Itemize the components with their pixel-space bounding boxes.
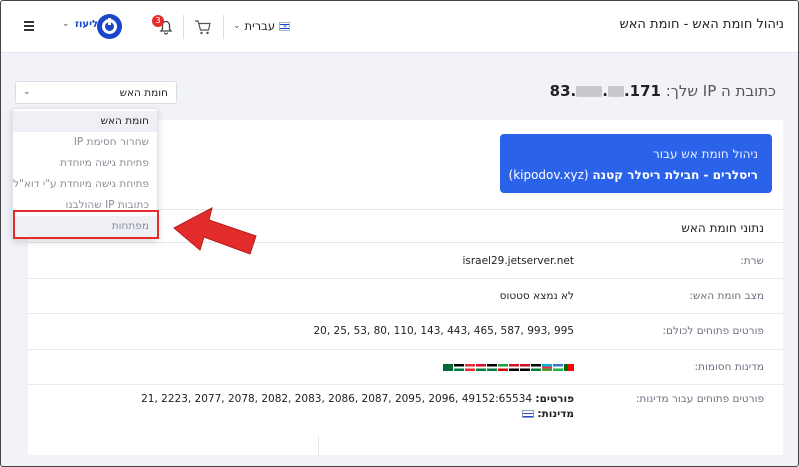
- table-row: מדינות חסומות:: [28, 350, 783, 385]
- table-row: מצב חומת האש: לא נמצא סטטוס: [28, 279, 783, 314]
- bell-icon[interactable]: 3: [152, 15, 176, 37]
- ports-list: 21, 2223, 2077, 2078, 2082, 2083, 2086, …: [141, 393, 533, 405]
- flag-icon: [465, 364, 475, 371]
- row-value: לא נמצא סטטוס: [499, 290, 574, 302]
- package-domain: (kipodov.xyz): [508, 168, 589, 182]
- highlight-box: [13, 210, 159, 239]
- top-header: ⌄ ליעוז 3 ✡ עברית ⌄ ניהול חומת האש - חומ…: [1, 1, 798, 53]
- row-value: 20, 25, 53, 80, 110, 143, 443, 465, 587,…: [313, 325, 575, 337]
- row-key: מצב חומת האש:: [689, 290, 764, 302]
- chevron-down-icon: ⌄: [23, 87, 31, 97]
- divider: [318, 436, 319, 456]
- flag-icon: [498, 364, 508, 371]
- package-name: ריסלרים - חבילת ריסלר קטנה: [592, 168, 758, 182]
- row-key: מדינות חסומות:: [694, 361, 764, 373]
- row-key: פורטים פתוחים לכולם:: [662, 325, 765, 337]
- israel-flag-icon: [522, 410, 535, 418]
- section-select-value: חומת האש: [119, 87, 168, 99]
- flag-icon: [509, 364, 519, 371]
- ip-label: כתובת ה IP שלך:: [665, 82, 776, 100]
- ip-prefix: 83.: [549, 82, 577, 100]
- info-line-1: ניהול חומת אש עבור: [652, 147, 758, 161]
- reseller-info-box: ניהול חומת אש עבור ריסלרים - חבילת ריסלר…: [500, 134, 772, 193]
- flag-icon: [553, 364, 563, 371]
- brand-label[interactable]: ליעוז: [75, 19, 98, 30]
- flag-icon: [531, 364, 541, 371]
- menu-item-special-access-email[interactable]: פתיחת גישה מיוחדת ע"י דוא"ל: [13, 174, 157, 195]
- table-row: פורטים פתוחים עבור מדינות: פורטים: 21, 2…: [28, 385, 783, 437]
- red-arrow-icon: [173, 207, 257, 255]
- row-value: israel29.jetserver.net: [462, 255, 574, 267]
- flag-icon: [443, 364, 453, 371]
- section-title: נתוני חומת האש: [681, 221, 764, 235]
- flag-icon: [487, 364, 497, 371]
- flag-icon: [520, 364, 530, 371]
- row-key: פורטים פתוחים עבור מדינות:: [635, 393, 764, 405]
- browser-frame: ⌄ ליעוז 3 ✡ עברית ⌄ ניהול חומת האש - חומ…: [0, 0, 799, 467]
- redacted-block: [576, 86, 603, 97]
- flag-icon: [564, 364, 574, 371]
- notification-badge: 3: [152, 15, 164, 27]
- menu-item-unblock-ip[interactable]: שחרור חסימת IP: [13, 132, 157, 153]
- chevron-down-icon[interactable]: ⌄: [62, 19, 70, 29]
- table-row: פורטים פתוחים לכולם: 20, 25, 53, 80, 110…: [28, 314, 783, 350]
- divider: [183, 15, 184, 39]
- chevron-down-icon: ⌄: [233, 21, 241, 31]
- menu-item-firewall[interactable]: חומת האש: [13, 111, 157, 132]
- info-line-2: ריסלרים - חבילת ריסלר קטנה (kipodov.xyz): [509, 168, 759, 182]
- ip-address-line: כתובת ה IP שלך: 83.. .171: [550, 82, 776, 100]
- ip-value: 83.. .171: [550, 82, 661, 100]
- divider: [223, 15, 224, 39]
- flag-icon: [454, 364, 464, 371]
- flag-icon: [542, 364, 552, 371]
- language-label: עברית: [244, 19, 276, 33]
- redacted-block: [607, 86, 624, 97]
- power-logo-icon[interactable]: [97, 14, 122, 39]
- israel-flag-icon: ✡: [279, 21, 291, 31]
- cart-icon[interactable]: [193, 18, 213, 36]
- ip-suffix: .171: [623, 82, 661, 100]
- flag-icon: [476, 364, 486, 371]
- hamburger-icon[interactable]: [24, 21, 34, 31]
- countries-label: מדינות:: [537, 408, 574, 420]
- row-key: שרת:: [740, 255, 764, 267]
- country-ports-value: פורטים: 21, 2223, 2077, 2078, 2082, 2083…: [141, 393, 574, 420]
- menu-item-special-access[interactable]: פתיחת גישה מיוחדת: [13, 153, 157, 174]
- blocked-country-flags: [443, 364, 574, 371]
- section-select[interactable]: חומת האש ⌄: [15, 81, 177, 104]
- page-title: ניהול חומת האש - חומת האש: [619, 17, 785, 32]
- language-select[interactable]: ✡ עברית ⌄: [233, 19, 291, 33]
- table-row: שרת: israel29.jetserver.net: [28, 243, 783, 279]
- ports-label: פורטים:: [535, 393, 574, 405]
